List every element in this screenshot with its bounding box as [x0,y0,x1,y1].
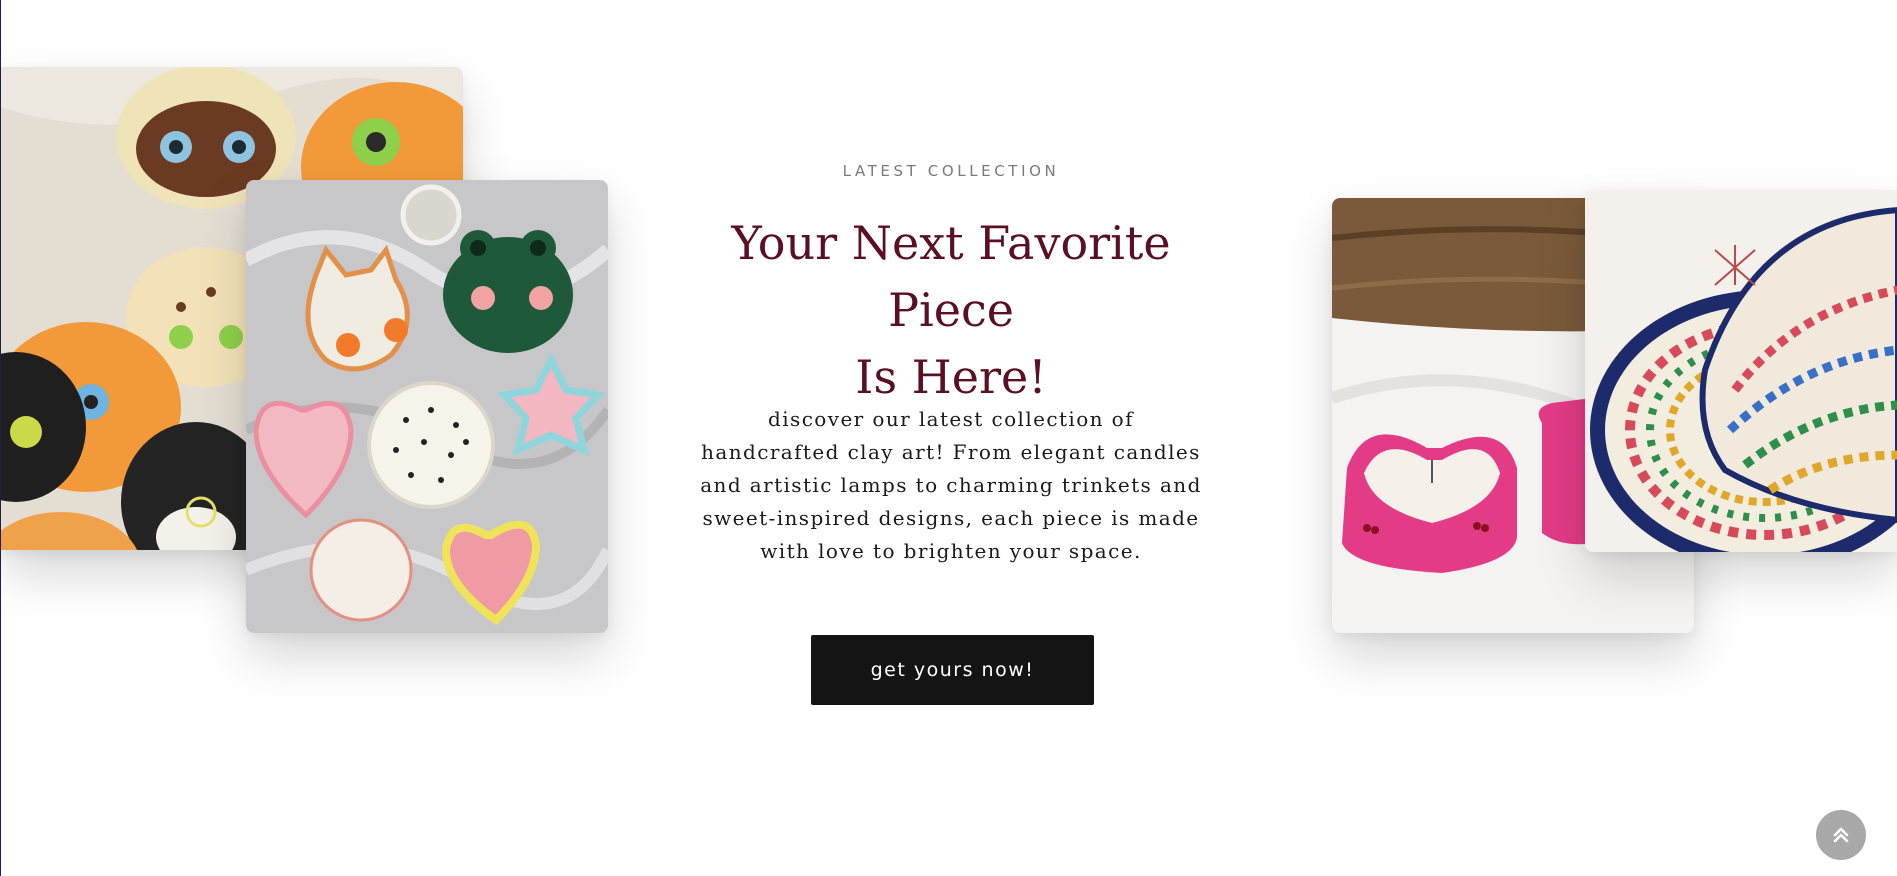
clay-dishes-image [246,180,608,633]
headline-line-1: Your Next Favorite Piece [731,216,1171,337]
ceramic-tagine-illustration [1585,190,1897,552]
hero-headline: Your Next Favorite Piece Is Here! [681,210,1221,411]
back-to-top-button[interactable] [1816,810,1866,860]
double-chevron-up-icon [1833,827,1849,843]
collection-eyebrow: LATEST COLLECTION [842,162,1060,180]
headline-line-2: Is Here! [855,350,1047,404]
hero-section: LATEST COLLECTION Your Next Favorite Pie… [0,0,1897,876]
clay-dishes-illustration [246,180,608,633]
hero-description: discover our latest collection of handcr… [700,407,1202,563]
ceramic-tagine-image [1585,190,1897,552]
get-yours-now-button[interactable]: get yours now! [811,635,1094,705]
